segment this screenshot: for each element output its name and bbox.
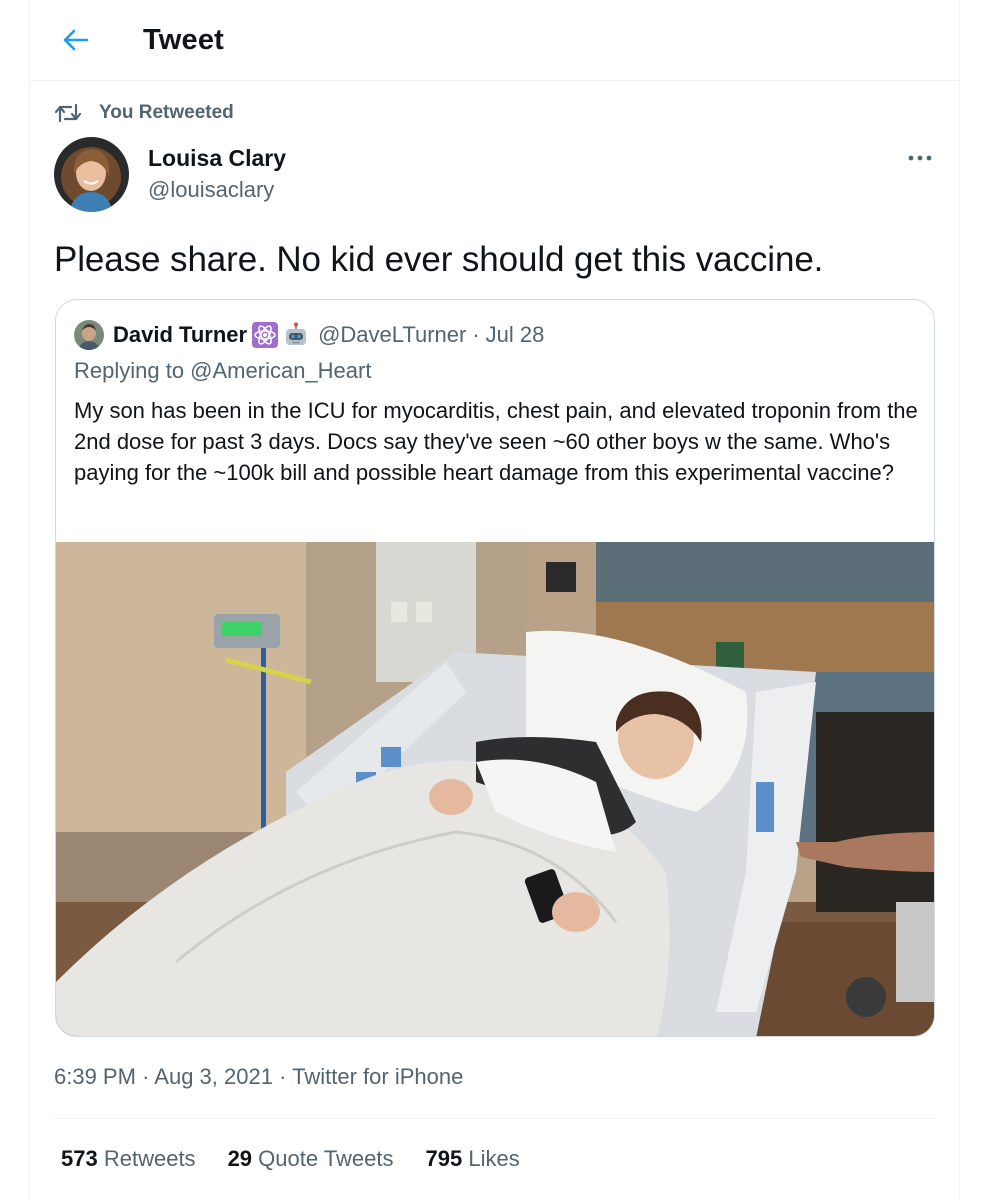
page-header: Tweet <box>30 0 959 81</box>
tweet-time[interactable]: 6:39 PM <box>54 1064 136 1089</box>
tweet-metadata: 6:39 PM · Aug 3, 2021 · Twitter for iPho… <box>54 1064 463 1090</box>
tweet-date[interactable]: Aug 3, 2021 <box>154 1064 273 1089</box>
quoted-tweet-photo[interactable] <box>56 542 934 1036</box>
quoted-avatar[interactable] <box>74 320 104 350</box>
more-button[interactable] <box>900 144 940 172</box>
author-handle[interactable]: @louisaclary <box>148 177 274 203</box>
quoted-tweet-date[interactable]: Jul 28 <box>486 322 545 348</box>
author-name[interactable]: Louisa Clary <box>148 145 286 172</box>
quoted-avatar-image <box>74 320 104 350</box>
more-horizontal-icon <box>908 155 932 161</box>
separator-dot: · <box>142 1064 150 1089</box>
social-context-label: You Retweeted <box>99 102 234 123</box>
retweets-label: Retweets <box>103 1146 196 1171</box>
atom-emoji-icon <box>252 322 279 348</box>
likes-count: 795 <box>425 1146 463 1171</box>
avatar[interactable] <box>54 137 129 212</box>
page-title: Tweet <box>143 24 225 56</box>
quoted-tweet-header: David Turner @DaveLTurner · Jul 28 <box>74 318 544 352</box>
tweet-text: Please share. No kid ever should get thi… <box>54 240 824 279</box>
likes-label: Likes <box>468 1146 520 1171</box>
tweet-column: Tweet You Retweeted Louisa Clary @louisa… <box>29 0 960 1200</box>
divider <box>54 1118 936 1119</box>
replying-to: Replying to @American_Heart <box>74 358 372 383</box>
quote-tweets-stat[interactable]: 29 Quote Tweets <box>228 1146 394 1172</box>
retweets-count: 573 <box>61 1146 98 1171</box>
retweets-stat[interactable]: 573 Retweets <box>61 1146 196 1172</box>
social-context: You Retweeted <box>54 100 234 126</box>
likes-stat[interactable]: 795 Likes <box>426 1146 520 1172</box>
quoted-author-name[interactable]: David Turner <box>113 322 247 348</box>
quoted-tweet[interactable]: David Turner @DaveLTurner · Jul 28 Reply… <box>55 299 935 1037</box>
quote-tweets-count: 29 <box>227 1146 253 1171</box>
separator-dot: · <box>472 322 480 347</box>
tweet-stats: 573 Retweets 29 Quote Tweets 795 Likes <box>61 1146 552 1172</box>
hospital-photo <box>56 542 934 1036</box>
avatar-image <box>54 137 129 212</box>
quoted-author-handle[interactable]: @DaveLTurner <box>318 322 466 348</box>
separator-dot: · <box>279 1064 287 1089</box>
arrow-left-icon <box>63 29 89 51</box>
quoted-tweet-text: My son has been in the ICU for myocardit… <box>74 398 918 485</box>
tweet-source[interactable]: Twitter for iPhone <box>292 1064 463 1089</box>
retweet-icon <box>54 103 82 123</box>
quote-tweets-label: Quote Tweets <box>258 1146 394 1171</box>
robot-emoji-icon <box>286 322 307 345</box>
back-button[interactable] <box>56 20 96 60</box>
